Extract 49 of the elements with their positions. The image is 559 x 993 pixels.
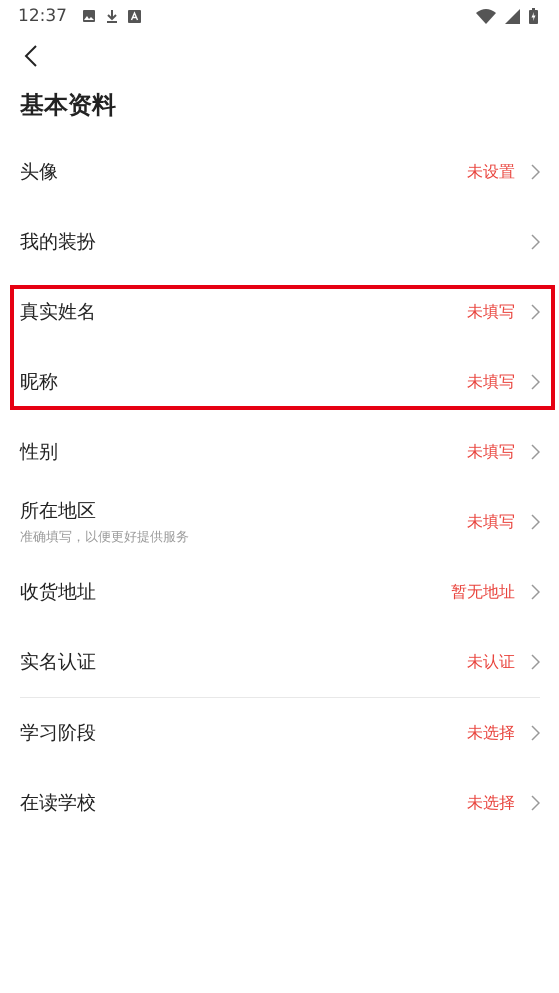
row-value: 未认证	[467, 652, 515, 672]
row-value: 未设置	[467, 162, 515, 182]
row-label: 真实姓名	[20, 300, 97, 325]
row-label: 在读学校	[20, 791, 97, 816]
chevron-icon	[531, 164, 540, 180]
row-value: 未选择	[467, 792, 515, 814]
chevron-icon	[531, 514, 540, 530]
image-icon	[82, 9, 96, 23]
row-value: 未填写	[467, 442, 515, 462]
settings-row[interactable]: 收货地址 暂无地址	[0, 557, 559, 627]
status-time: 12:37	[18, 6, 67, 26]
chevron-icon	[531, 234, 540, 250]
settings-row[interactable]: 昵称 未填写	[0, 347, 559, 417]
settings-row[interactable]: 真实姓名 未填写	[0, 277, 559, 347]
signal-icon	[505, 8, 520, 24]
chevron-icon	[531, 304, 540, 320]
settings-row[interactable]: 所在地区 准确填写，以便更好提供服务 未填写	[0, 487, 559, 557]
row-label: 所在地区	[20, 499, 97, 524]
wifi-icon	[476, 8, 496, 24]
chevron-icon	[531, 795, 540, 811]
row-label: 学习阶段	[20, 721, 97, 746]
download-icon	[105, 9, 119, 23]
settings-row[interactable]: 在读学校 未选择	[20, 768, 540, 838]
row-value: 未选择	[467, 722, 515, 744]
row-hint: 准确填写，以便更好提供服务	[20, 529, 190, 546]
row-value: 暂无地址	[451, 582, 515, 602]
row-label: 昵称	[20, 370, 59, 395]
back-icon[interactable]	[24, 45, 38, 67]
chevron-icon	[531, 654, 540, 670]
settings-row[interactable]: 头像 未设置	[0, 137, 559, 207]
settings-row[interactable]: 我的装扮	[0, 207, 559, 277]
row-value: 未填写	[467, 302, 515, 322]
chevron-icon	[531, 725, 540, 741]
row-value: 未填写	[467, 512, 515, 532]
page-title: 基本资料	[19, 90, 117, 121]
chevron-icon	[531, 584, 540, 600]
battery-icon	[529, 8, 538, 24]
settings-row[interactable]: 实名认证 未认证	[0, 627, 559, 697]
chevron-icon	[531, 444, 540, 460]
row-label: 我的装扮	[20, 230, 97, 255]
font-icon	[128, 10, 141, 22]
row-label: 收货地址	[20, 580, 97, 605]
row-label: 实名认证	[20, 650, 97, 675]
settings-row[interactable]: 学习阶段 未选择	[20, 698, 540, 768]
settings-row[interactable]: 性别 未填写	[0, 417, 559, 487]
row-label: 性别	[20, 440, 59, 465]
chevron-icon	[531, 374, 540, 390]
row-label: 头像	[20, 160, 59, 185]
row-value: 未填写	[467, 372, 515, 392]
